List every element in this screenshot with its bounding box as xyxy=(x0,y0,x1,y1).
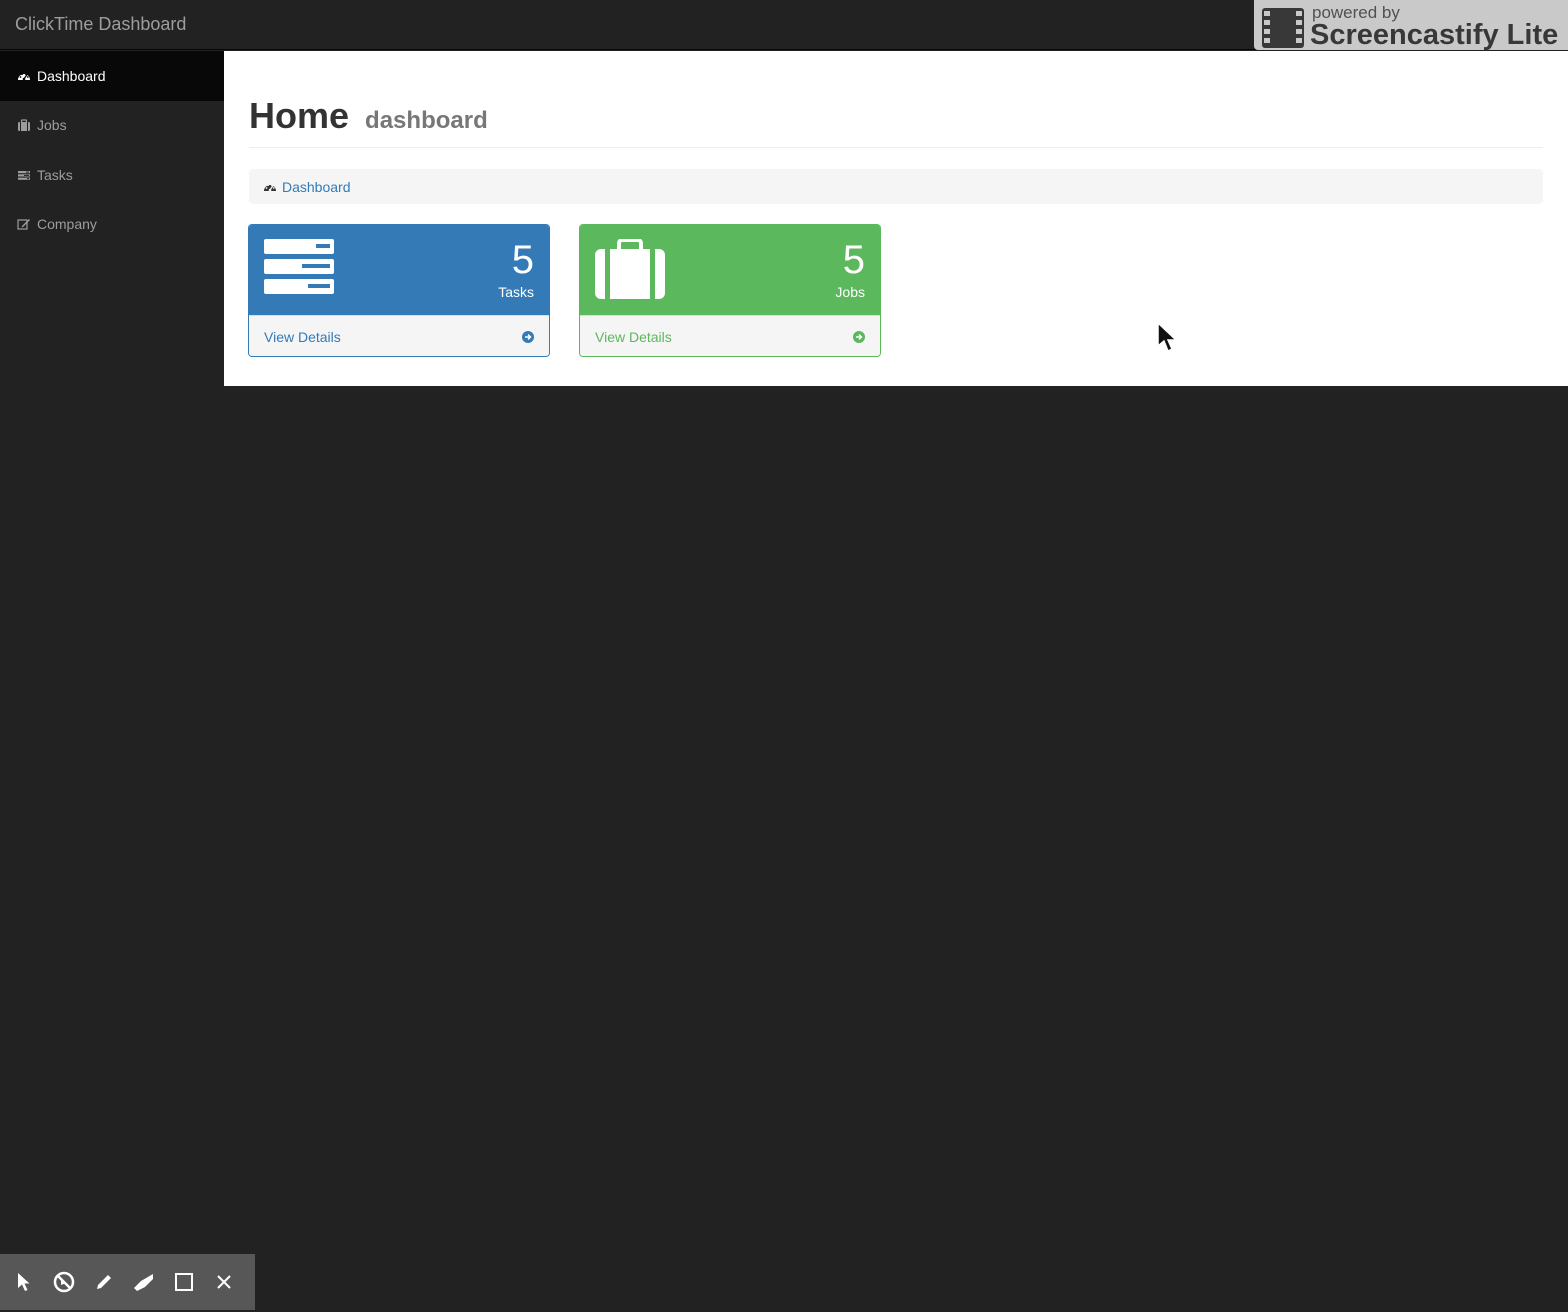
jobs-count: 5 xyxy=(842,238,865,282)
annotation-toolbar xyxy=(0,1254,255,1310)
sidebar-item-label: Tasks xyxy=(37,166,73,183)
edit-icon xyxy=(17,217,31,231)
sidebar: Dashboard Jobs Tasks Company xyxy=(0,51,224,249)
mouse-cursor-icon xyxy=(1157,321,1179,354)
rectangle-icon[interactable] xyxy=(173,1271,195,1293)
tasks-view-details-link[interactable]: View Details xyxy=(249,315,549,356)
tasks-label: Tasks xyxy=(498,284,534,300)
tasks-icon xyxy=(264,239,336,300)
page-subtitle: dashboard xyxy=(365,107,488,134)
brand-link[interactable]: ClickTime Dashboard xyxy=(15,13,186,35)
view-details-label: View Details xyxy=(595,328,672,345)
sidebar-item-label: Jobs xyxy=(37,117,67,134)
pencil-icon[interactable] xyxy=(93,1271,115,1293)
watermark-brand: Screencastify Lite xyxy=(1310,19,1559,51)
dashboard-icon xyxy=(17,69,31,83)
film-icon xyxy=(1262,8,1304,48)
page-header: Home dashboard xyxy=(249,96,1543,148)
jobs-panel: 5 Jobs View Details xyxy=(579,224,881,357)
breadcrumb-dashboard-link[interactable]: Dashboard xyxy=(282,179,351,195)
page-title: Home dashboard xyxy=(249,96,1543,141)
page-title-text: Home xyxy=(249,95,350,136)
jobs-panel-heading: 5 Jobs xyxy=(580,225,880,315)
tasks-panel-heading: 5 Tasks xyxy=(249,225,549,315)
briefcase-icon xyxy=(595,238,667,306)
screencastify-watermark: powered by Screencastify Lite xyxy=(1254,0,1568,51)
tasks-panel: 5 Tasks View Details xyxy=(248,224,550,357)
sidebar-item-label: Dashboard xyxy=(37,67,106,84)
no-record-icon[interactable] xyxy=(53,1271,75,1293)
close-icon[interactable] xyxy=(213,1271,235,1293)
jobs-view-details-link[interactable]: View Details xyxy=(580,315,880,356)
arrow-circle-right-icon xyxy=(522,330,534,343)
sidebar-item-jobs[interactable]: Jobs xyxy=(0,101,224,151)
view-details-label: View Details xyxy=(264,328,341,345)
briefcase-icon xyxy=(17,118,31,132)
tasks-count: 5 xyxy=(511,238,534,282)
top-navbar: ClickTime Dashboard powered by Screencas… xyxy=(0,0,1568,51)
sidebar-item-label: Company xyxy=(37,216,97,233)
jobs-label: Jobs xyxy=(835,284,865,300)
arrow-circle-right-icon xyxy=(853,330,865,343)
eraser-icon[interactable] xyxy=(133,1271,155,1293)
dashboard-icon xyxy=(263,180,277,194)
sidebar-item-tasks[interactable]: Tasks xyxy=(0,150,224,200)
sidebar-item-company[interactable]: Company xyxy=(0,200,224,250)
pointer-icon[interactable] xyxy=(13,1271,35,1293)
tasks-icon xyxy=(17,168,31,182)
page-wrapper: Home dashboard Dashboard 5 Tasks View De… xyxy=(224,51,1568,386)
sidebar-item-dashboard[interactable]: Dashboard xyxy=(0,51,224,101)
breadcrumb: Dashboard xyxy=(249,169,1543,204)
